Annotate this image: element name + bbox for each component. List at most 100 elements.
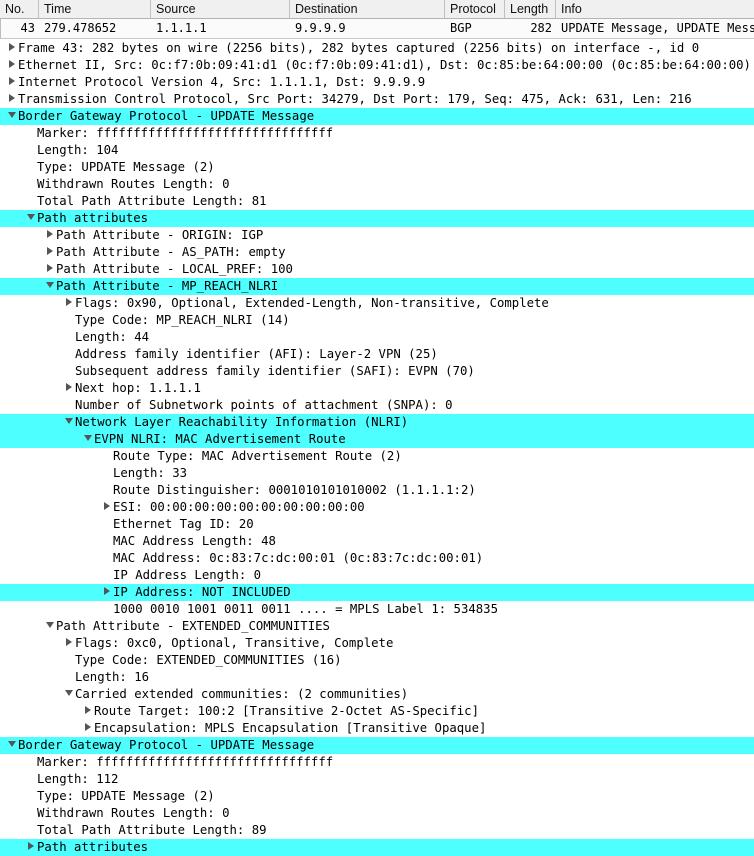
detail-tree-label: Transmission Control Protocol, Src Port:…: [18, 92, 692, 106]
detail-tree-row[interactable]: Route Type: MAC Advertisement Route (2): [0, 448, 754, 465]
detail-tree-row[interactable]: Path Attribute - ORIGIN: IGP: [0, 227, 754, 244]
packet-list-pane: No. Time Source Destination Protocol Len…: [0, 0, 754, 39]
detail-tree-row[interactable]: MAC Address Length: 48: [0, 533, 754, 550]
detail-tree-row[interactable]: 1000 0010 1001 0011 0011 .... = MPLS Lab…: [0, 601, 754, 618]
detail-tree-row[interactable]: Length: 16: [0, 669, 754, 686]
detail-tree-row[interactable]: Path attributes: [0, 210, 754, 227]
detail-tree-label: Length: 16: [75, 670, 150, 684]
detail-tree-row[interactable]: Length: 104: [0, 142, 754, 159]
packet-protocol: BGP: [450, 21, 472, 35]
detail-tree-row[interactable]: Frame 43: 282 bytes on wire (2256 bits),…: [0, 40, 754, 57]
chevron-right-icon[interactable]: [62, 380, 75, 397]
detail-tree-row[interactable]: Route Target: 100:2 [Transitive 2-Octet …: [0, 703, 754, 720]
chevron-down-icon[interactable]: [81, 431, 94, 448]
chevron-down-icon[interactable]: [43, 278, 56, 295]
chevron-right-icon[interactable]: [100, 499, 113, 516]
detail-tree-row[interactable]: Path Attribute - AS_PATH: empty: [0, 244, 754, 261]
chevron-down-icon[interactable]: [62, 414, 75, 431]
detail-tree-label: Path Attribute - ORIGIN: IGP: [56, 228, 264, 242]
detail-tree-label: Route Target: 100:2 [Transitive 2-Octet …: [94, 704, 479, 718]
detail-tree-row[interactable]: Type Code: MP_REACH_NLRI (14): [0, 312, 754, 329]
tree-spacer-icon: [24, 125, 37, 142]
detail-tree-label: Ethernet II, Src: 0c:f7:0b:09:41:d1 (0c:…: [18, 58, 751, 72]
chevron-right-icon[interactable]: [5, 57, 18, 74]
detail-tree-row[interactable]: IP Address: NOT INCLUDED: [0, 584, 754, 601]
chevron-right-icon[interactable]: [62, 295, 75, 312]
detail-tree-label: Length: 112: [37, 772, 119, 786]
tree-spacer-icon: [24, 754, 37, 771]
detail-tree-row[interactable]: Type: UPDATE Message (2): [0, 788, 754, 805]
detail-tree-row[interactable]: Border Gateway Protocol - UPDATE Message: [0, 108, 754, 125]
detail-tree-row[interactable]: Path Attribute - LOCAL_PREF: 100: [0, 261, 754, 278]
detail-tree-row[interactable]: EVPN NLRI: MAC Advertisement Route: [0, 431, 754, 448]
detail-tree-row[interactable]: Ethernet II, Src: 0c:f7:0b:09:41:d1 (0c:…: [0, 57, 754, 74]
detail-tree-row[interactable]: Transmission Control Protocol, Src Port:…: [0, 91, 754, 108]
detail-tree-label: Withdrawn Routes Length: 0: [37, 177, 230, 191]
detail-tree-row[interactable]: MAC Address: 0c:83:7c:dc:00:01 (0c:83:7c…: [0, 550, 754, 567]
column-header-time[interactable]: Time: [39, 0, 151, 18]
detail-tree-row[interactable]: Subsequent address family identifier (SA…: [0, 363, 754, 380]
tree-spacer-icon: [100, 516, 113, 533]
detail-tree-row[interactable]: Carried extended communities: (2 communi…: [0, 686, 754, 703]
chevron-down-icon[interactable]: [24, 210, 37, 227]
column-header-info[interactable]: Info: [556, 0, 754, 18]
chevron-down-icon[interactable]: [62, 686, 75, 703]
column-header-destination[interactable]: Destination: [290, 0, 445, 18]
chevron-down-icon[interactable]: [5, 737, 18, 754]
column-header-no[interactable]: No.: [0, 0, 39, 18]
column-header-protocol[interactable]: Protocol: [445, 0, 505, 18]
chevron-right-icon[interactable]: [5, 91, 18, 108]
detail-tree-row[interactable]: Number of Subnetwork points of attachmen…: [0, 397, 754, 414]
detail-tree-row[interactable]: Border Gateway Protocol - UPDATE Message: [0, 737, 754, 754]
tree-spacer-icon: [100, 567, 113, 584]
detail-tree-row[interactable]: Withdrawn Routes Length: 0: [0, 176, 754, 193]
tree-spacer-icon: [24, 176, 37, 193]
detail-tree-row[interactable]: Network Layer Reachability Information (…: [0, 414, 754, 431]
detail-tree-row[interactable]: Address family identifier (AFI): Layer-2…: [0, 346, 754, 363]
detail-tree-label: Withdrawn Routes Length: 0: [37, 806, 230, 820]
chevron-right-icon[interactable]: [5, 74, 18, 91]
chevron-down-icon[interactable]: [43, 618, 56, 635]
chevron-right-icon[interactable]: [100, 584, 113, 601]
detail-tree-label: Path Attribute - AS_PATH: empty: [56, 245, 286, 259]
detail-tree-row[interactable]: Length: 44: [0, 329, 754, 346]
detail-tree-row[interactable]: Total Path Attribute Length: 81: [0, 193, 754, 210]
chevron-down-icon[interactable]: [5, 108, 18, 125]
chevron-right-icon[interactable]: [43, 227, 56, 244]
packet-no: 43: [0, 19, 39, 38]
detail-tree-row[interactable]: IP Address Length: 0: [0, 567, 754, 584]
packet-list-row[interactable]: 43 279.478652 1.1.1.1 9.9.9.9 BGP 282 UP…: [0, 19, 754, 38]
detail-tree-row[interactable]: Total Path Attribute Length: 89: [0, 822, 754, 839]
detail-tree-row[interactable]: Flags: 0x90, Optional, Extended-Length, …: [0, 295, 754, 312]
detail-tree-row[interactable]: Length: 33: [0, 465, 754, 482]
detail-tree-row[interactable]: ESI: 00:00:00:00:00:00:00:00:00:00: [0, 499, 754, 516]
tree-spacer-icon: [24, 822, 37, 839]
detail-tree-row[interactable]: Type Code: EXTENDED_COMMUNITIES (16): [0, 652, 754, 669]
packet-detail-pane[interactable]: Frame 43: 282 bytes on wire (2256 bits),…: [0, 39, 754, 856]
detail-tree-row[interactable]: Next hop: 1.1.1.1: [0, 380, 754, 397]
detail-tree-label: Path attributes: [37, 839, 151, 856]
detail-tree-row[interactable]: Ethernet Tag ID: 20: [0, 516, 754, 533]
detail-tree-row[interactable]: Path Attribute - MP_REACH_NLRI: [0, 278, 754, 295]
detail-tree-row[interactable]: Flags: 0xc0, Optional, Transitive, Compl…: [0, 635, 754, 652]
detail-tree-row[interactable]: Path Attribute - EXTENDED_COMMUNITIES: [0, 618, 754, 635]
detail-tree-row[interactable]: Withdrawn Routes Length: 0: [0, 805, 754, 822]
column-header-source[interactable]: Source: [151, 0, 290, 18]
chevron-right-icon[interactable]: [81, 703, 94, 720]
tree-spacer-icon: [100, 448, 113, 465]
detail-tree-row[interactable]: Route Distinguisher: 0001010101010002 (1…: [0, 482, 754, 499]
detail-tree-row[interactable]: Marker: ffffffffffffffffffffffffffffffff: [0, 754, 754, 771]
detail-tree-row[interactable]: Marker: ffffffffffffffffffffffffffffffff: [0, 125, 754, 142]
column-header-length[interactable]: Length: [505, 0, 556, 18]
detail-tree-row[interactable]: Internet Protocol Version 4, Src: 1.1.1.…: [0, 74, 754, 91]
detail-tree-row[interactable]: Path attributes: [0, 839, 754, 856]
chevron-right-icon[interactable]: [43, 261, 56, 278]
detail-tree-row[interactable]: Type: UPDATE Message (2): [0, 159, 754, 176]
chevron-right-icon[interactable]: [5, 40, 18, 57]
detail-tree-row[interactable]: Length: 112: [0, 771, 754, 788]
chevron-right-icon[interactable]: [81, 720, 94, 737]
chevron-right-icon[interactable]: [24, 839, 37, 856]
detail-tree-row[interactable]: Encapsulation: MPLS Encapsulation [Trans…: [0, 720, 754, 737]
chevron-right-icon[interactable]: [62, 635, 75, 652]
chevron-right-icon[interactable]: [43, 244, 56, 261]
